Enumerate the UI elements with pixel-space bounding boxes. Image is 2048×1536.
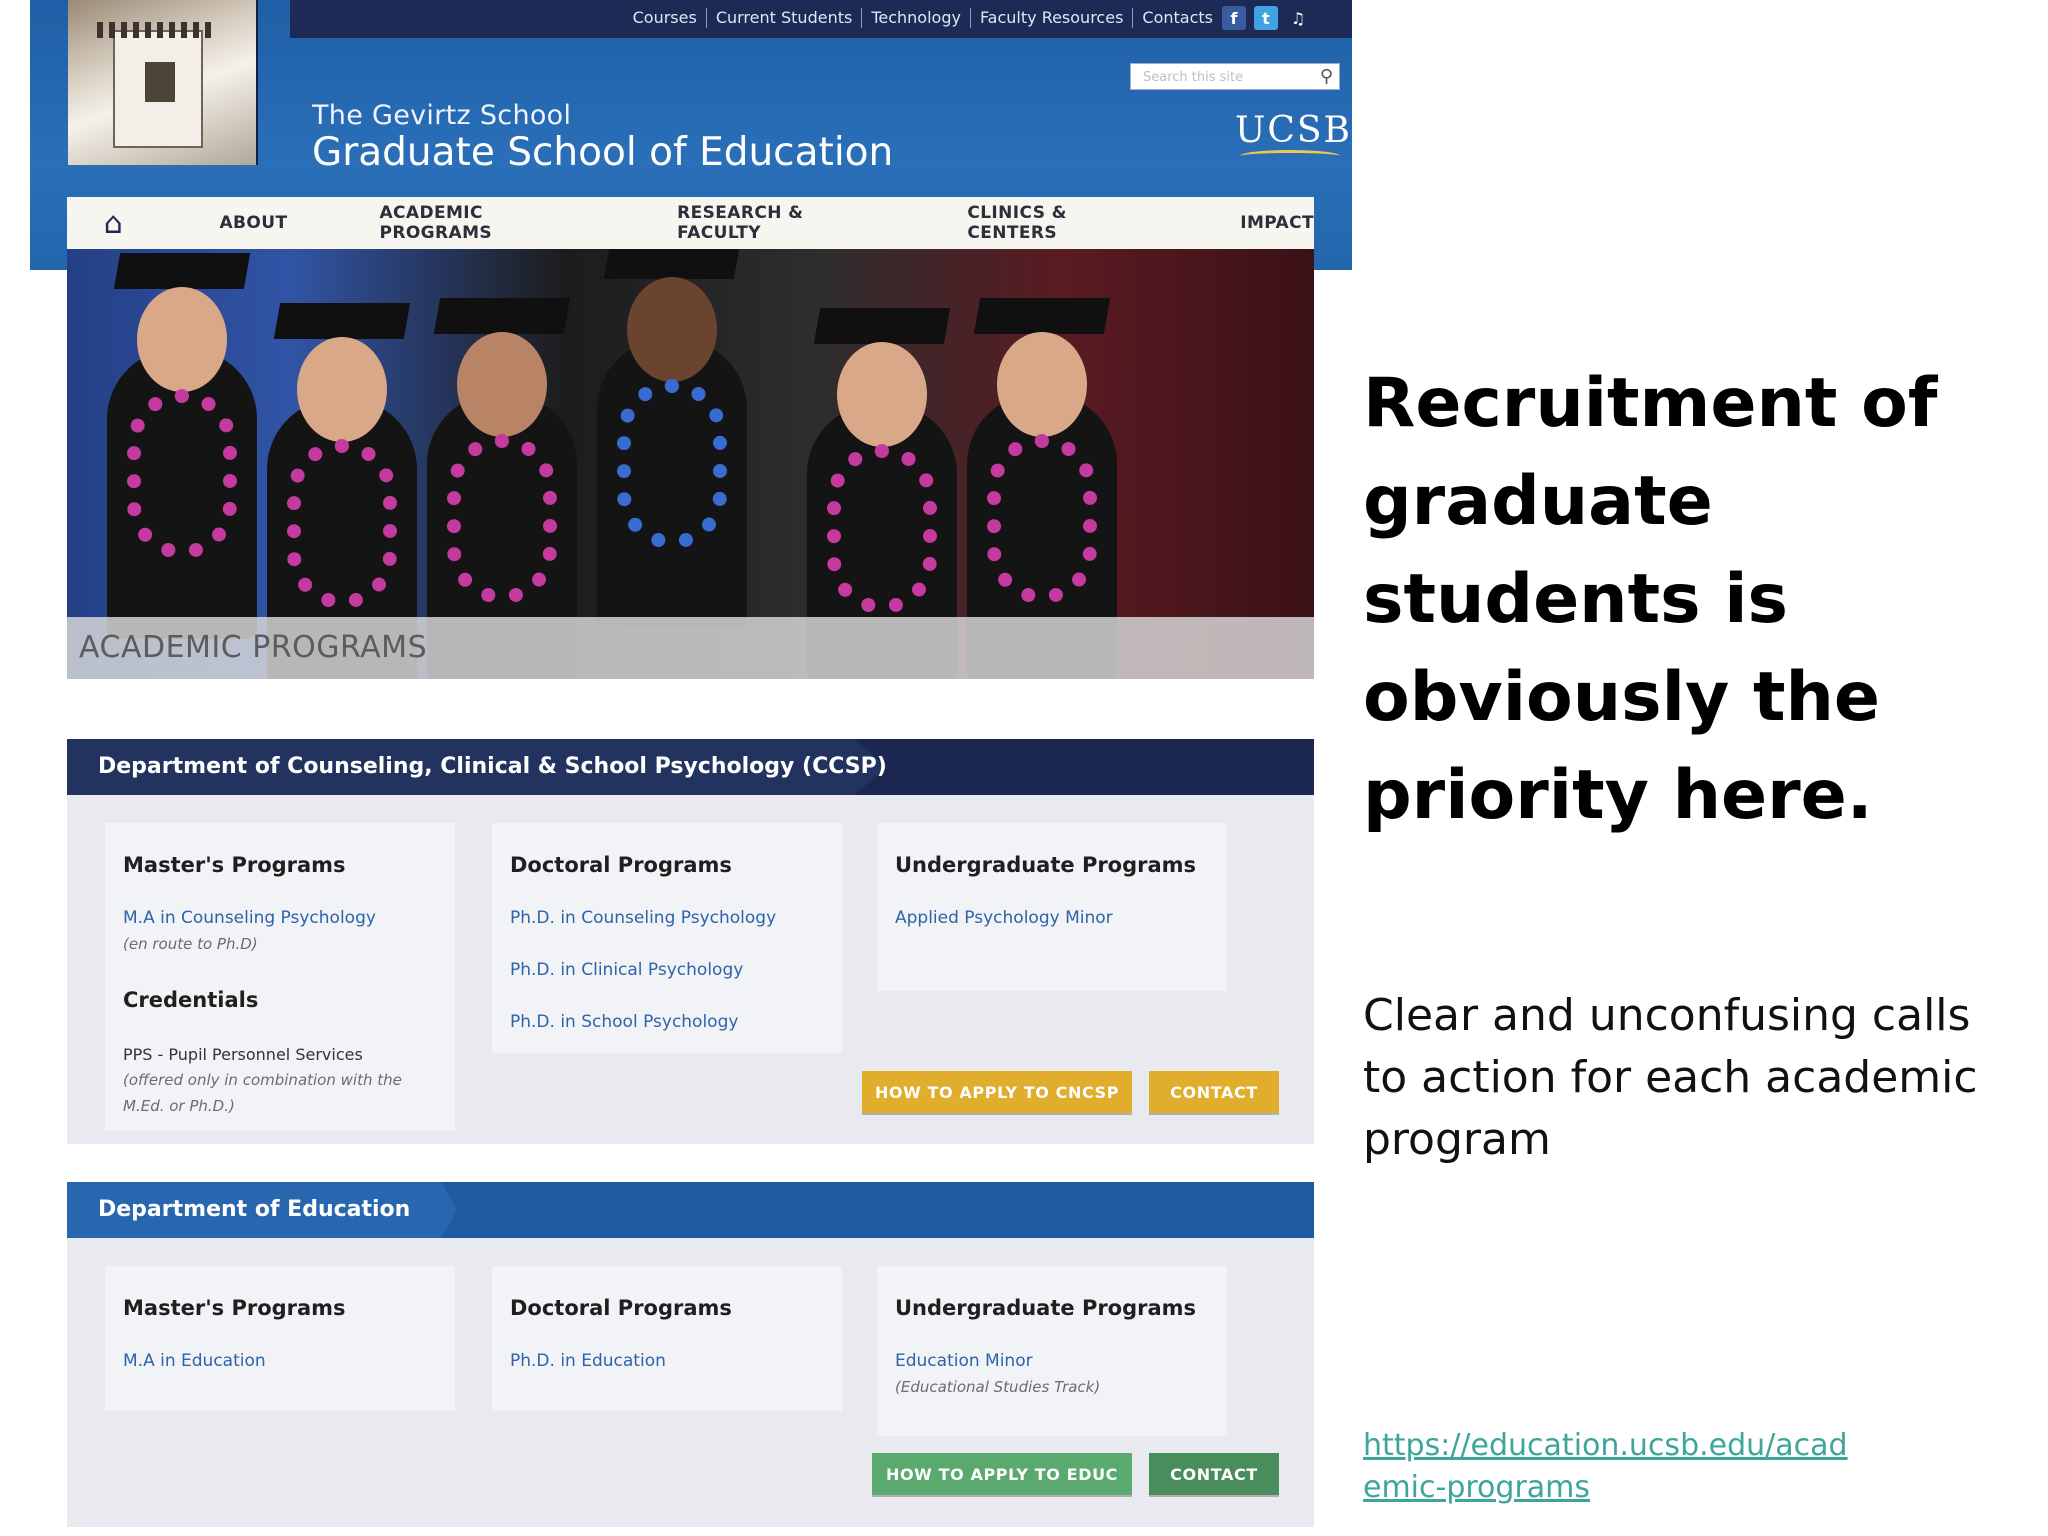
department-title: Department of Counseling, Clinical & Sch…: [98, 754, 887, 779]
utility-link-contacts[interactable]: Contacts: [1133, 8, 1222, 28]
twitter-icon[interactable]: t: [1254, 6, 1278, 30]
utility-link-current-students[interactable]: Current Students: [707, 8, 863, 28]
credentials-item: PPS - Pupil Personnel Services: [123, 1045, 363, 1064]
hero-caption: ACADEMIC PROGRAMS: [79, 630, 428, 665]
utility-links: Courses Current Students Technology Facu…: [624, 8, 1222, 28]
graduate-figure: [597, 249, 747, 629]
bell-tower-logo-image: [68, 0, 258, 165]
department-header: Department of Education: [67, 1182, 1314, 1238]
slide-headline: Recruitment of graduate students is obvi…: [1363, 364, 1938, 835]
graduate-figure: [107, 253, 257, 639]
undergrad-note: (Educational Studies Track): [895, 1378, 1101, 1396]
contact-educ-button[interactable]: CONTACT: [1149, 1453, 1279, 1495]
doctoral-card: Doctoral Programs Ph.D. in Counseling Ps…: [492, 823, 842, 1053]
masters-card: Master's Programs M.A in Counseling Psyc…: [105, 823, 455, 1131]
undergrad-heading: Undergraduate Programs: [895, 853, 1197, 877]
main-nav: ⌂ ABOUT ACADEMIC PROGRAMS RESEARCH & FAC…: [67, 197, 1314, 249]
masters-heading: Master's Programs: [123, 853, 346, 877]
slide: Courses Current Students Technology Facu…: [0, 0, 2048, 1536]
nav-item-about[interactable]: ABOUT: [220, 213, 288, 233]
department-title: Department of Education: [98, 1197, 411, 1222]
doctoral-heading: Doctoral Programs: [510, 853, 732, 877]
link-phd-clinical[interactable]: Ph.D. in Clinical Psychology: [510, 960, 743, 980]
search-icon[interactable]: ⚲: [1320, 66, 1333, 87]
department-ccsp-section: Department of Counseling, Clinical & Sch…: [67, 739, 1314, 1144]
search-placeholder: Search this site: [1143, 70, 1244, 85]
ucsb-wave-icon: [1240, 150, 1340, 162]
hero-image: ACADEMIC PROGRAMS: [67, 249, 1314, 679]
ucsb-logo[interactable]: UCSB: [1235, 110, 1352, 151]
undergrad-card: Undergraduate Programs Applied Psycholog…: [877, 823, 1227, 991]
link-phd-counseling[interactable]: Ph.D. in Counseling Psychology: [510, 908, 776, 928]
utility-link-courses[interactable]: Courses: [624, 8, 707, 28]
department-header: Department of Counseling, Clinical & Sch…: [67, 739, 1314, 795]
credentials-heading: Credentials: [123, 988, 259, 1012]
apply-ccsp-button[interactable]: HOW TO APPLY TO CNCSP: [862, 1071, 1132, 1113]
utility-link-faculty-resources[interactable]: Faculty Resources: [971, 8, 1134, 28]
facebook-icon[interactable]: f: [1222, 6, 1246, 30]
bell-tower-icon: [97, 22, 217, 148]
source-link[interactable]: https://education.ucsb.edu/academic-prog…: [1363, 1425, 1863, 1509]
link-ma-counseling[interactable]: M.A in Counseling Psychology: [123, 908, 376, 928]
masters-card: Master's Programs M.A in Education: [105, 1266, 455, 1411]
apply-educ-button[interactable]: HOW TO APPLY TO EDUC: [872, 1453, 1132, 1495]
link-phd-education[interactable]: Ph.D. in Education: [510, 1351, 666, 1371]
masters-heading: Master's Programs: [123, 1296, 346, 1320]
undergrad-heading: Undergraduate Programs: [895, 1296, 1197, 1320]
nav-item-clinics-centers[interactable]: CLINICS & CENTERS: [967, 203, 1148, 243]
utility-bar: Courses Current Students Technology Facu…: [290, 0, 1352, 38]
doctoral-card: Doctoral Programs Ph.D. in Education: [492, 1266, 842, 1411]
website-screenshot: Courses Current Students Technology Facu…: [0, 0, 1360, 1536]
link-ma-education[interactable]: M.A in Education: [123, 1351, 266, 1371]
utility-link-technology[interactable]: Technology: [862, 8, 971, 28]
school-title[interactable]: Graduate School of Education: [312, 130, 893, 175]
doctoral-heading: Doctoral Programs: [510, 1296, 732, 1320]
undergrad-card: Undergraduate Programs Education Minor (…: [877, 1266, 1227, 1436]
school-subtitle: The Gevirtz School: [312, 100, 572, 131]
rss-icon[interactable]: ♫: [1286, 6, 1310, 30]
slide-body: Clear and unconfusing calls to action fo…: [1363, 990, 1978, 1165]
masters-note: (en route to Ph.D): [123, 935, 258, 953]
credentials-note-2: M.Ed. or Ph.D.): [123, 1097, 235, 1115]
contact-ccsp-button[interactable]: CONTACT: [1149, 1071, 1279, 1113]
department-education-section: Department of Education Master's Program…: [67, 1182, 1314, 1527]
link-applied-psych-minor[interactable]: Applied Psychology Minor: [895, 908, 1113, 928]
credentials-note-1: (offered only in combination with the: [123, 1071, 402, 1089]
nav-item-research-faculty[interactable]: RESEARCH & FACULTY: [677, 203, 877, 243]
link-phd-school[interactable]: Ph.D. in School Psychology: [510, 1012, 738, 1032]
social-icons: f t ♫: [1222, 6, 1310, 30]
link-education-minor[interactable]: Education Minor: [895, 1351, 1033, 1371]
search-input[interactable]: Search this site ⚲: [1130, 63, 1340, 90]
nav-item-academic-programs[interactable]: ACADEMIC PROGRAMS: [379, 203, 585, 243]
nav-item-impact[interactable]: IMPACT: [1240, 213, 1314, 233]
home-icon[interactable]: ⌂: [67, 206, 160, 241]
